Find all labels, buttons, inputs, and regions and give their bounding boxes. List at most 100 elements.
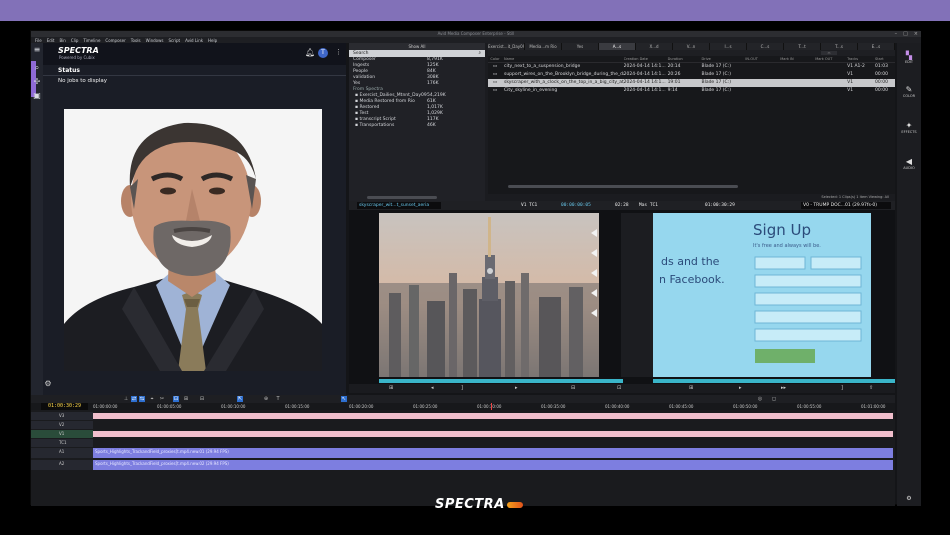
record-mark-out-icon[interactable]: ] (841, 385, 843, 391)
menu-item[interactable]: Composer (105, 38, 125, 43)
more-options-icon[interactable]: ⋮ (335, 48, 342, 56)
bin-tab[interactable]: A...s (599, 43, 636, 50)
column-header[interactable]: Mark OUT (815, 56, 847, 62)
text-tool-icon[interactable]: T (275, 396, 281, 402)
select-tool-icon[interactable]: ↖ (341, 396, 347, 402)
bin-search-input[interactable]: Search ⌕ (349, 50, 485, 57)
menu-item[interactable]: Timeline (83, 38, 100, 43)
record-tc-label[interactable]: Mas TC1 (639, 202, 658, 209)
bin-tab[interactable]: X...d (636, 43, 673, 50)
timeline-clip-a2[interactable]: Sports_Highlights_TrackandField_proxies[… (93, 460, 893, 470)
zoom-fit-icon[interactable]: ◻ (771, 396, 777, 402)
menu-item[interactable]: Tools (131, 38, 141, 43)
clip-row[interactable]: ▭ support_wires_on_the_Brooklyn_bridge_du… (488, 71, 895, 79)
track-header-v1[interactable]: V1 (31, 430, 93, 438)
bin-tab[interactable]: V...n (673, 43, 710, 50)
track-header-v2[interactable]: V2 (31, 421, 93, 429)
workspace-audio[interactable]: ◀ AUDIO (897, 157, 921, 170)
snap-icon[interactable]: ⇱ (237, 396, 243, 402)
bin-list-header[interactable]: Show All (349, 43, 485, 50)
record-step-icon[interactable]: ▸▸ (781, 385, 786, 391)
workspace-color[interactable]: ✎ COLOR (897, 85, 921, 98)
source-monitor-video[interactable] (379, 213, 599, 377)
source-tc-label[interactable]: V1 TC1 (521, 202, 537, 209)
cut-icon[interactable]: ✂ (159, 396, 165, 402)
menu-item[interactable]: Clip (71, 38, 79, 43)
bin-tab[interactable]: I...s (710, 43, 747, 50)
workspace-settings[interactable]: ⚙ (897, 495, 921, 502)
settings-gear-icon[interactable]: ⚙ (43, 379, 53, 389)
bin-view-selector[interactable]: ▭ (821, 51, 837, 55)
link-icon[interactable]: ⊡ (173, 396, 179, 402)
step-back-icon[interactable]: ◂ (431, 385, 434, 391)
menu-item[interactable]: Windows (146, 38, 164, 43)
bin-tab[interactable]: E...s (858, 43, 895, 50)
workspace-effects[interactable]: ✦ EFFECTS (897, 121, 921, 134)
column-header[interactable]: Color (488, 56, 502, 62)
clip-row[interactable]: ▭ city_next_to_a_suspension_bridge 2024-04… (488, 63, 895, 71)
column-header[interactable]: Name (502, 56, 624, 62)
track-header-a1[interactable]: A1 (31, 448, 93, 458)
bin-tab[interactable]: T...t (784, 43, 821, 50)
column-header[interactable]: Duration (668, 56, 702, 62)
column-header[interactable]: Creation Date (624, 56, 668, 62)
menu-item[interactable]: Bin (59, 38, 65, 43)
track-header-v3[interactable]: V3 (31, 412, 93, 420)
bin-tab[interactable]: T...s (821, 43, 858, 50)
add-edit-icon[interactable]: ⊕ (263, 396, 269, 402)
archive-icon[interactable]: ▣ (32, 91, 42, 100)
lift-icon[interactable]: ⊥ (123, 396, 129, 402)
splice-icon[interactable]: ⊟ (571, 385, 575, 391)
record-monitor-video[interactable]: ds and the n Facebook. Sign Up It's free… (653, 213, 871, 377)
record-position-bar[interactable] (653, 379, 895, 383)
menu-item[interactable]: Edit (47, 38, 55, 43)
overwrite-icon[interactable]: ⊡ (617, 385, 621, 391)
timeline-clip-v3[interactable] (93, 413, 893, 419)
menu-item[interactable]: Help (208, 38, 217, 43)
mark-in-icon[interactable]: ⊞ (389, 385, 393, 391)
timeline-clip-v1[interactable] (93, 431, 893, 437)
play-icon[interactable]: ▸ (515, 385, 518, 391)
column-header[interactable]: Mark IN (780, 56, 815, 62)
overwrite-mode-icon[interactable]: ⇆ (139, 396, 145, 402)
export-icon[interactable]: ⇪ (869, 385, 873, 391)
zoom-icon[interactable]: ◎ (757, 396, 763, 402)
menu-item[interactable]: Avid Link (185, 38, 203, 43)
menu-item[interactable]: Script (168, 38, 180, 43)
column-header[interactable]: Drive (701, 56, 745, 62)
bin-row[interactable]: ▪ Transportations 46K (349, 123, 485, 129)
bin-tab[interactable]: C...s (747, 43, 784, 50)
sequence-menu[interactable]: V0 - TRUMP DOC...01 (29.97fs-0) (801, 202, 891, 209)
track-header-a2[interactable]: A2 (31, 460, 93, 470)
segment-mode-icon[interactable]: ⇄ (131, 396, 137, 402)
track-monitor-icon[interactable]: ⊟ (199, 396, 205, 402)
bin-row-name: Yes (353, 81, 361, 86)
track-header-tc1[interactable]: TC1 (31, 439, 93, 447)
trim-icon[interactable]: ⌖ (149, 396, 155, 402)
column-header[interactable]: IN-OUT (745, 56, 780, 62)
menu-item[interactable]: File (35, 38, 42, 43)
hamburger-menu-icon[interactable]: ≡ (32, 45, 42, 54)
timeline-clip-a1[interactable]: Sports_Highlights_TrackandField_proxies[… (93, 448, 893, 458)
clip-row[interactable]: ▭ skyscraper_with_a_clock_on_the_top_in_a… (488, 79, 895, 87)
timeline-ruler[interactable]: 01:00:30:29 01:00:00:00 01:00:05:00 01:00:… (31, 403, 895, 410)
workspace-edit[interactable]: ▚ EDIT (897, 51, 921, 64)
bin-list-scrollbar[interactable] (367, 196, 437, 199)
source-position-bar[interactable] (379, 379, 623, 383)
notification-bell-icon[interactable]: 🔔︎ (305, 49, 315, 57)
clip-row[interactable]: ▭ City_skyline_in_evening 2024-04-14 14:1.… (488, 87, 895, 95)
source-clip-menu[interactable]: skyscraper_wit...t_sunset_aeria (357, 202, 441, 209)
clip-list-scrollbar[interactable] (508, 185, 738, 188)
user-avatar[interactable]: T (318, 48, 328, 58)
bin-tab[interactable]: Exercist...it_Day09 (488, 43, 525, 50)
record-mark-in-icon[interactable]: ⊞ (689, 385, 693, 391)
activity-icon[interactable]: ✢ (32, 77, 42, 86)
mark-out-icon[interactable]: ] (461, 385, 463, 391)
column-header[interactable]: Start (875, 56, 895, 62)
column-header[interactable]: Tracks (847, 56, 875, 62)
grid-icon[interactable]: ⊞ (183, 396, 189, 402)
bin-tab[interactable]: Media...m Rio (525, 43, 562, 50)
record-play-icon[interactable]: ▸ (739, 385, 742, 391)
bin-tab[interactable]: Yes (562, 43, 599, 50)
search-icon[interactable]: ⌕ (32, 63, 42, 72)
